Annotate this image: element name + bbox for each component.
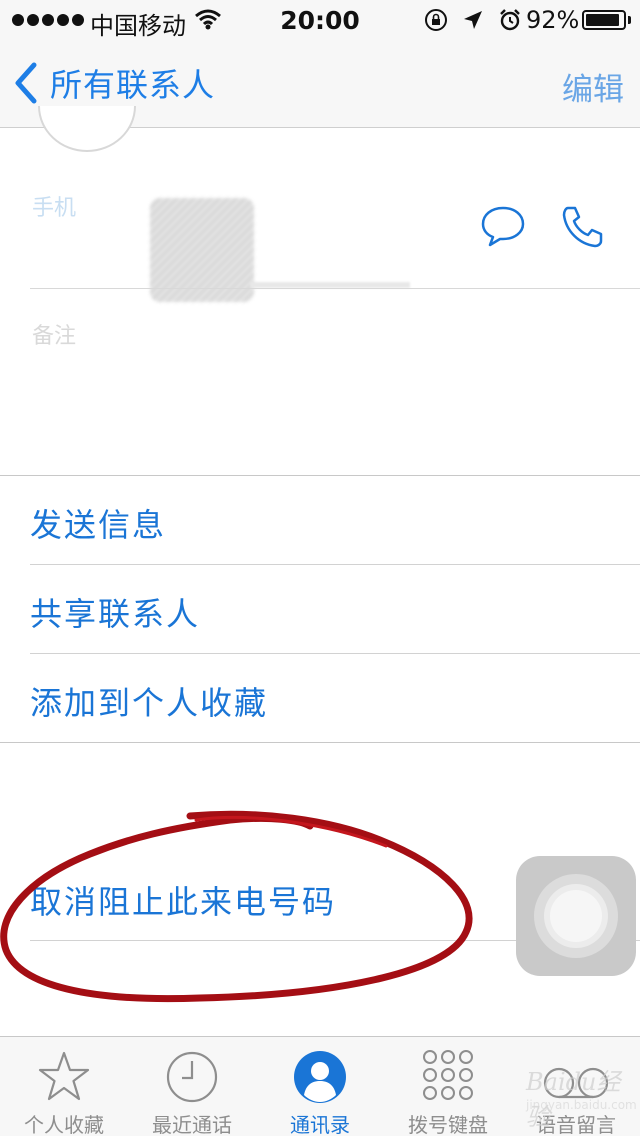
status-bar: 中国移动 20:00 92% — [0, 0, 640, 40]
watermark-logo: Baidu经验 — [526, 1068, 621, 1131]
send-message-button[interactable]: 发送信息 — [30, 500, 166, 546]
orientation-lock-icon — [424, 8, 448, 38]
tab-label: 通讯录 — [290, 1113, 350, 1137]
tab-label: 个人收藏 — [24, 1113, 104, 1137]
alarm-icon — [498, 8, 522, 38]
watermark-url: jingyan.baidu.com — [526, 1098, 637, 1112]
tab-recents[interactable]: 最近通话 — [128, 1037, 256, 1137]
clock-icon — [166, 1051, 218, 1103]
back-label: 所有联系人 — [50, 66, 216, 104]
edit-button[interactable]: 编辑 — [562, 64, 624, 109]
battery-cap — [628, 16, 631, 24]
assistive-touch-button[interactable] — [516, 856, 636, 976]
add-to-favorites-button[interactable]: 添加到个人收藏 — [30, 678, 268, 724]
back-button[interactable]: 所有联系人 — [14, 60, 215, 106]
divider — [30, 288, 640, 289]
notes-label: 备注 — [32, 324, 77, 349]
tab-favorites[interactable]: 个人收藏 — [0, 1037, 128, 1137]
tab-contacts[interactable]: 通讯录 — [256, 1037, 384, 1137]
share-contact-button[interactable]: 共享联系人 — [30, 589, 200, 635]
divider — [30, 564, 640, 565]
status-icons — [424, 8, 522, 38]
star-icon — [38, 1051, 90, 1101]
tab-label: 拨号键盘 — [408, 1113, 488, 1137]
keypad-icon — [423, 1050, 473, 1100]
tab-keypad[interactable]: 拨号键盘 — [384, 1037, 512, 1137]
annotation-circle — [0, 810, 473, 1003]
contacts-icon — [294, 1051, 346, 1103]
divider — [0, 742, 640, 743]
location-icon — [462, 9, 484, 37]
phone-icon[interactable] — [560, 204, 608, 254]
blurred-phone-number — [150, 198, 254, 302]
mobile-label: 手机 — [32, 196, 77, 221]
battery-percent: 92% — [526, 6, 580, 34]
battery-icon — [582, 10, 626, 30]
message-icon[interactable] — [480, 204, 526, 252]
tab-label: 最近通话 — [152, 1113, 232, 1137]
divider — [30, 653, 640, 654]
divider — [0, 475, 640, 476]
chevron-left-icon — [15, 62, 37, 104]
